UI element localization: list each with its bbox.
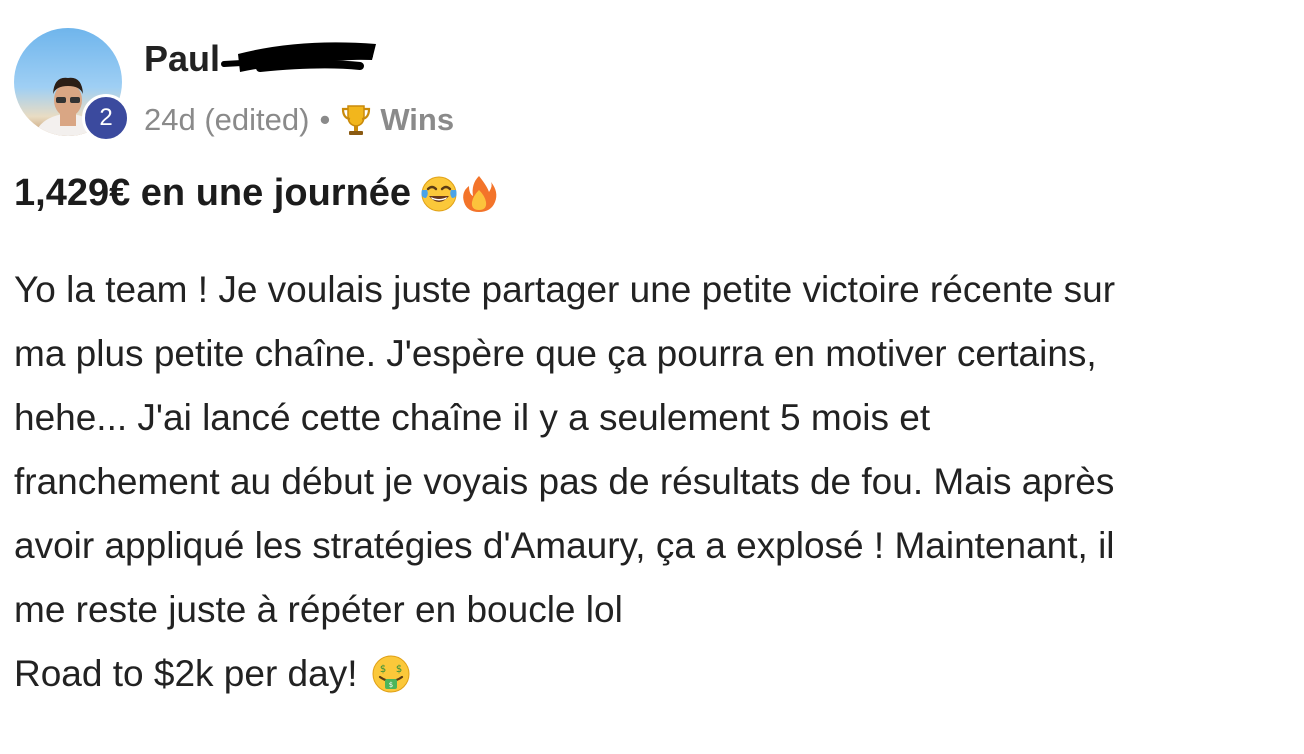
fire-emoji — [463, 175, 497, 212]
redaction-scribble — [221, 42, 376, 72]
body-line: ma plus petite chaîne. J'espère que ça p… — [14, 333, 1097, 374]
avatar[interactable]: 2 — [14, 28, 132, 146]
body-line: Yo la team ! Je voulais juste partager u… — [14, 269, 1116, 310]
category-link[interactable]: Wins — [380, 102, 454, 138]
svg-text:$: $ — [395, 664, 401, 675]
body-line: me reste juste à répéter en boucle lol — [14, 589, 623, 630]
svg-text:$: $ — [388, 681, 392, 689]
level-badge: 2 — [82, 94, 130, 142]
post-title: 1,429€ en une journée — [14, 172, 499, 215]
body-line-text: Road to $2k per day! — [14, 653, 358, 694]
trophy-icon — [342, 105, 371, 135]
svg-text:$: $ — [379, 664, 385, 675]
body-line: hehe... J'ai lancé cette chaîne il y a s… — [14, 397, 931, 438]
post-title-text: 1,429€ en une journée — [14, 172, 412, 214]
body-line-last: Road to $2k per day! $ $ $ — [14, 642, 1304, 706]
meta-separator: • — [319, 102, 331, 137]
body-line: avoir appliqué les stratégies d'Amaury, … — [14, 525, 1115, 566]
tears-of-joy-emoji — [421, 176, 457, 211]
author-name[interactable]: Paul — [144, 38, 220, 80]
post-time: 24d (edited) — [144, 102, 310, 137]
post-meta: 24d (edited) • Wins — [144, 98, 454, 142]
money-mouth-emoji: $ $ $ — [372, 655, 409, 693]
post-body: Yo la team ! Je voulais juste partager u… — [14, 258, 1304, 706]
body-line: franchement au début je voyais pas de ré… — [14, 461, 1115, 502]
